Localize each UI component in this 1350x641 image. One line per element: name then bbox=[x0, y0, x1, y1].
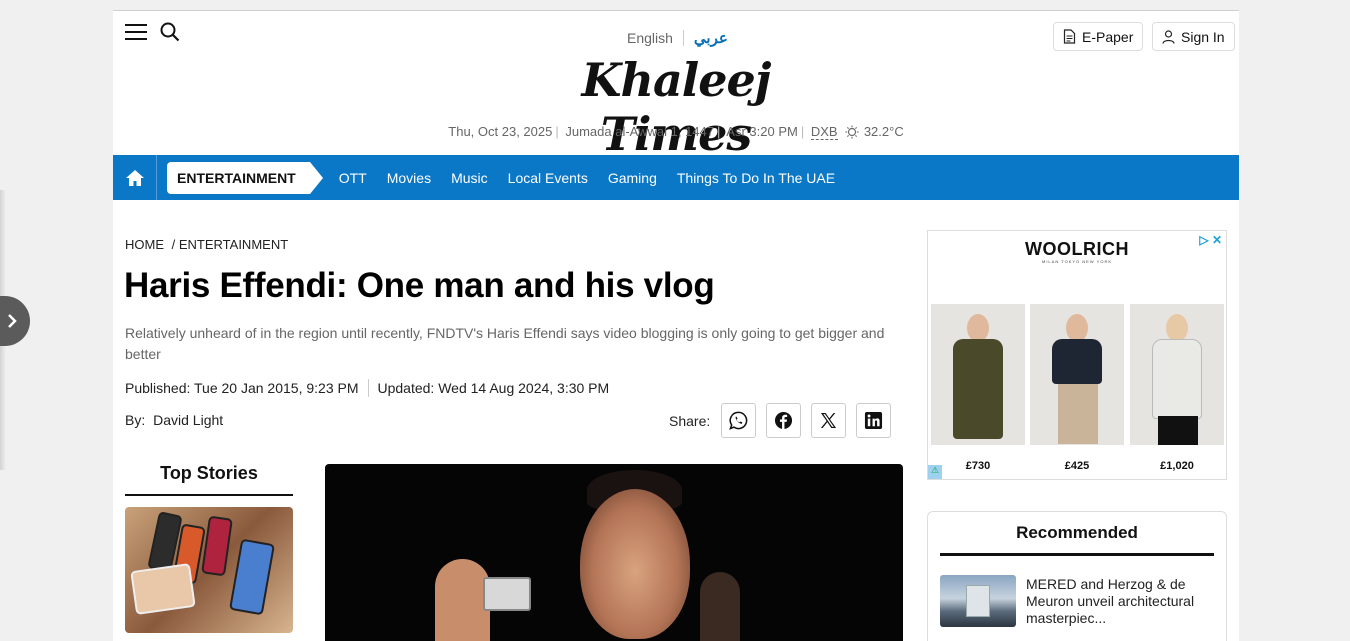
recommended-thumbnail[interactable] bbox=[940, 575, 1016, 627]
document-icon bbox=[1063, 29, 1076, 44]
section-nav: ENTERTAINMENT OTT Movies Music Local Eve… bbox=[113, 155, 1239, 200]
site-logo[interactable]: Khaleej Times bbox=[533, 53, 819, 161]
temperature: 32.2°C bbox=[863, 124, 904, 139]
gregorian-date: Thu, Oct 23, 2025 bbox=[448, 124, 553, 139]
top-stories-heading: Top Stories bbox=[125, 463, 293, 496]
lang-english-link[interactable]: English bbox=[627, 30, 673, 46]
recommended-heading: Recommended bbox=[940, 523, 1214, 556]
location-selector[interactable]: DXB bbox=[810, 124, 838, 140]
advertisement[interactable]: WOOLRICH MILAN TOKYO NEW YORK ▷ ✕ £730 £… bbox=[927, 230, 1227, 480]
breadcrumb-home[interactable]: HOME bbox=[125, 237, 164, 252]
nav-item-things-to-do[interactable]: Things To Do In The UAE bbox=[677, 170, 835, 186]
hijri-date: Jumada al-Awwal 1, 1447 bbox=[565, 124, 714, 139]
linkedin-icon bbox=[865, 411, 883, 430]
ad-product-2[interactable] bbox=[1030, 304, 1124, 445]
home-icon bbox=[125, 169, 144, 186]
byline: By: David Light bbox=[125, 412, 223, 428]
recommended-panel: Recommended MERED and Herzog & de Meuron… bbox=[927, 511, 1227, 641]
article-summary: Relatively unheard of in the region unti… bbox=[125, 325, 885, 362]
ad-tagline: MILAN TOKYO NEW YORK bbox=[1041, 259, 1112, 264]
article-headline: Haris Effendi: One man and his vlog bbox=[124, 266, 715, 305]
ad-price-1: £730 bbox=[965, 460, 991, 472]
share-bar: Share: bbox=[669, 403, 901, 438]
sun-icon bbox=[845, 125, 859, 139]
recommended-item-link[interactable]: MERED and Herzog & de Meuron unveil arch… bbox=[1026, 576, 1216, 627]
ad-product-3[interactable] bbox=[1130, 304, 1224, 445]
prayer-time: Asr 3:20 PM bbox=[726, 124, 798, 139]
nav-item-gaming[interactable]: Gaming bbox=[608, 170, 657, 186]
language-switcher: English عربي bbox=[627, 29, 728, 47]
facebook-icon bbox=[775, 411, 793, 430]
nav-active-section[interactable]: ENTERTAINMENT bbox=[167, 161, 323, 194]
share-facebook-button[interactable] bbox=[766, 403, 802, 438]
article-dates: Published: Tue 20 Jan 2015, 9:23 PM Upda… bbox=[125, 379, 609, 397]
lang-arabic-link[interactable]: عربي bbox=[694, 29, 728, 47]
share-linkedin-button[interactable] bbox=[856, 403, 892, 438]
sign-in-label: Sign In bbox=[1181, 28, 1225, 45]
ad-product-1[interactable] bbox=[931, 304, 1025, 445]
epaper-button[interactable]: E-Paper bbox=[1053, 22, 1144, 51]
ad-price-2: £425 bbox=[1064, 460, 1090, 472]
whatsapp-icon bbox=[729, 411, 748, 430]
search-icon[interactable] bbox=[160, 22, 180, 47]
nav-item-music[interactable]: Music bbox=[451, 170, 488, 186]
breadcrumb: HOME / ENTERTAINMENT bbox=[125, 237, 288, 252]
share-x-button[interactable] bbox=[811, 403, 847, 438]
share-whatsapp-button[interactable] bbox=[721, 403, 757, 438]
breadcrumb-section[interactable]: / ENTERTAINMENT bbox=[172, 237, 289, 252]
share-label: Share: bbox=[669, 412, 711, 429]
ad-info-icon[interactable]: ⚠ bbox=[928, 465, 942, 479]
by-label: By: bbox=[125, 412, 146, 428]
ad-price-3: £1,020 bbox=[1160, 460, 1194, 472]
updated-date: Updated: Wed 14 Aug 2024, 3:30 PM bbox=[377, 380, 610, 396]
home-button[interactable] bbox=[113, 155, 157, 200]
dateline: Thu, Oct 23, 2025 | Jumada al-Awwal 1, 14… bbox=[448, 124, 904, 140]
nav-item-local-events[interactable]: Local Events bbox=[508, 170, 588, 186]
nav-item-ott[interactable]: OTT bbox=[339, 170, 367, 186]
adchoices-icon[interactable]: ▷ ✕ bbox=[1199, 233, 1222, 247]
published-date: Published: Tue 20 Jan 2015, 9:23 PM bbox=[125, 380, 359, 396]
x-icon bbox=[821, 412, 837, 429]
page: English عربي Khaleej Times Thu, Oct 23, … bbox=[113, 10, 1239, 641]
author-link[interactable]: David Light bbox=[153, 412, 223, 428]
user-icon bbox=[1162, 29, 1175, 44]
top-story-image[interactable] bbox=[125, 507, 293, 633]
ad-brand: WOOLRICH bbox=[1025, 239, 1129, 259]
nav-item-movies[interactable]: Movies bbox=[387, 170, 431, 186]
article-hero-image bbox=[325, 464, 903, 641]
camera-icon bbox=[483, 577, 531, 611]
chevron-right-icon bbox=[8, 314, 17, 328]
epaper-label: E-Paper bbox=[1082, 28, 1134, 45]
sign-in-button[interactable]: Sign In bbox=[1152, 22, 1235, 51]
hamburger-menu-icon[interactable] bbox=[125, 24, 147, 40]
lang-divider bbox=[682, 30, 684, 46]
side-panel-toggle[interactable] bbox=[0, 296, 30, 346]
